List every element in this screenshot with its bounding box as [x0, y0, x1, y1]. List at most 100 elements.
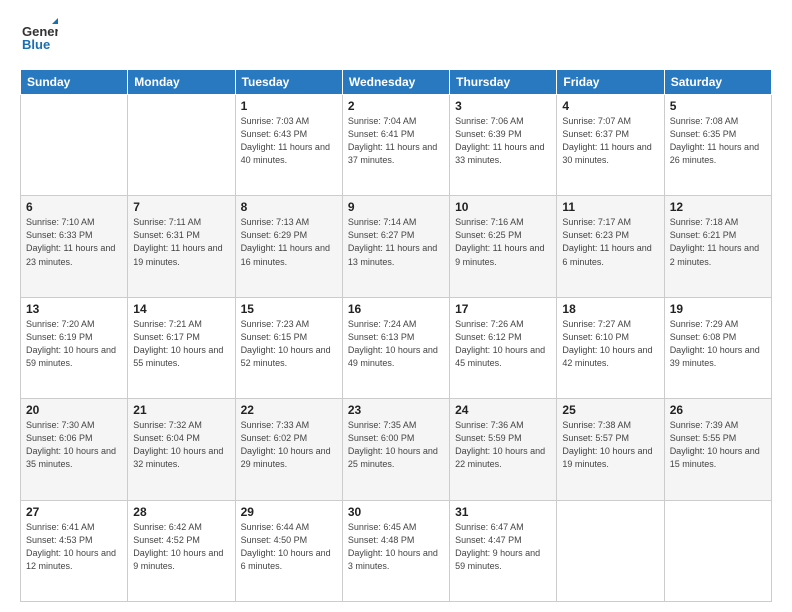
day-info: Sunrise: 7:03 AMSunset: 6:43 PMDaylight:…: [241, 115, 337, 167]
weekday-row: SundayMondayTuesdayWednesdayThursdayFrid…: [21, 70, 772, 95]
day-info: Sunrise: 7:17 AMSunset: 6:23 PMDaylight:…: [562, 216, 658, 268]
calendar: SundayMondayTuesdayWednesdayThursdayFrid…: [20, 69, 772, 602]
day-info: Sunrise: 6:47 AMSunset: 4:47 PMDaylight:…: [455, 521, 551, 573]
day-info: Sunrise: 7:39 AMSunset: 5:55 PMDaylight:…: [670, 419, 766, 471]
weekday-header: Monday: [128, 70, 235, 95]
day-number: 14: [133, 302, 229, 316]
calendar-body: 1 Sunrise: 7:03 AMSunset: 6:43 PMDaylight…: [21, 95, 772, 602]
weekday-header: Thursday: [450, 70, 557, 95]
day-number: 6: [26, 200, 122, 214]
calendar-cell: [664, 500, 771, 601]
calendar-week-row: 13 Sunrise: 7:20 AMSunset: 6:19 PMDayligh…: [21, 297, 772, 398]
header: General Blue: [20, 16, 772, 59]
day-number: 7: [133, 200, 229, 214]
day-info: Sunrise: 6:42 AMSunset: 4:52 PMDaylight:…: [133, 521, 229, 573]
day-number: 3: [455, 99, 551, 113]
day-number: 31: [455, 505, 551, 519]
calendar-cell: 2Sunrise: 7:04 AMSunset: 6:41 PMDaylight…: [342, 95, 449, 196]
day-number: 20: [26, 403, 122, 417]
weekday-header: Wednesday: [342, 70, 449, 95]
day-info: Sunrise: 7:11 AMSunset: 6:31 PMDaylight:…: [133, 216, 229, 268]
day-info: Sunrise: 7:24 AMSunset: 6:13 PMDaylight:…: [348, 318, 444, 370]
day-info: Sunrise: 7:18 AMSunset: 6:21 PMDaylight:…: [670, 216, 766, 268]
day-number: 8: [241, 200, 337, 214]
day-number: 9: [348, 200, 444, 214]
day-info: Sunrise: 7:32 AMSunset: 6:04 PMDaylight:…: [133, 419, 229, 471]
weekday-header: Sunday: [21, 70, 128, 95]
calendar-cell: 3 Sunrise: 7:06 AMSunset: 6:39 PMDaylight…: [450, 95, 557, 196]
calendar-cell: 20Sunrise: 7:30 AMSunset: 6:06 PMDayligh…: [21, 399, 128, 500]
day-number: 29: [241, 505, 337, 519]
calendar-cell: 26 Sunrise: 7:39 AMSunset: 5:55 PMDayligh…: [664, 399, 771, 500]
day-number: 26: [670, 403, 766, 417]
calendar-cell: [557, 500, 664, 601]
day-info: Sunrise: 7:26 AMSunset: 6:12 PMDaylight:…: [455, 318, 551, 370]
day-info: Sunrise: 7:16 AMSunset: 6:25 PMDaylight:…: [455, 216, 551, 268]
day-info: Sunrise: 7:20 AMSunset: 6:19 PMDaylight:…: [26, 318, 122, 370]
day-number: 24: [455, 403, 551, 417]
day-number: 22: [241, 403, 337, 417]
day-number: 19: [670, 302, 766, 316]
day-number: 27: [26, 505, 122, 519]
day-info: Sunrise: 7:35 AMSunset: 6:00 PMDaylight:…: [348, 419, 444, 471]
calendar-cell: 5 Sunrise: 7:08 AMSunset: 6:35 PMDaylight…: [664, 95, 771, 196]
day-info: Sunrise: 6:44 AMSunset: 4:50 PMDaylight:…: [241, 521, 337, 573]
calendar-cell: 30 Sunrise: 6:45 AMSunset: 4:48 PMDayligh…: [342, 500, 449, 601]
calendar-cell: 15 Sunrise: 7:23 AMSunset: 6:15 PMDayligh…: [235, 297, 342, 398]
calendar-cell: 6 Sunrise: 7:10 AMSunset: 6:33 PMDaylight…: [21, 196, 128, 297]
calendar-cell: 7 Sunrise: 7:11 AMSunset: 6:31 PMDaylight…: [128, 196, 235, 297]
calendar-cell: 24 Sunrise: 7:36 AMSunset: 5:59 PMDayligh…: [450, 399, 557, 500]
calendar-cell: 16 Sunrise: 7:24 AMSunset: 6:13 PMDayligh…: [342, 297, 449, 398]
day-number: 17: [455, 302, 551, 316]
calendar-cell: 21Sunrise: 7:32 AMSunset: 6:04 PMDayligh…: [128, 399, 235, 500]
calendar-cell: 19Sunrise: 7:29 AMSunset: 6:08 PMDayligh…: [664, 297, 771, 398]
day-number: 25: [562, 403, 658, 417]
day-number: 1: [241, 99, 337, 113]
day-info: Sunrise: 7:23 AMSunset: 6:15 PMDaylight:…: [241, 318, 337, 370]
day-info: Sunrise: 7:13 AMSunset: 6:29 PMDaylight:…: [241, 216, 337, 268]
day-info: Sunrise: 7:38 AMSunset: 5:57 PMDaylight:…: [562, 419, 658, 471]
calendar-week-row: 27Sunrise: 6:41 AMSunset: 4:53 PMDayligh…: [21, 500, 772, 601]
day-number: 28: [133, 505, 229, 519]
day-number: 18: [562, 302, 658, 316]
calendar-cell: 9 Sunrise: 7:14 AMSunset: 6:27 PMDaylight…: [342, 196, 449, 297]
day-number: 15: [241, 302, 337, 316]
calendar-cell: 4 Sunrise: 7:07 AMSunset: 6:37 PMDaylight…: [557, 95, 664, 196]
day-info: Sunrise: 7:27 AMSunset: 6:10 PMDaylight:…: [562, 318, 658, 370]
calendar-cell: 8 Sunrise: 7:13 AMSunset: 6:29 PMDaylight…: [235, 196, 342, 297]
logo-icon: General Blue: [20, 16, 58, 54]
calendar-week-row: 20Sunrise: 7:30 AMSunset: 6:06 PMDayligh…: [21, 399, 772, 500]
calendar-cell: 28 Sunrise: 6:42 AMSunset: 4:52 PMDayligh…: [128, 500, 235, 601]
calendar-cell: 17 Sunrise: 7:26 AMSunset: 6:12 PMDayligh…: [450, 297, 557, 398]
day-info: Sunrise: 7:14 AMSunset: 6:27 PMDaylight:…: [348, 216, 444, 268]
calendar-cell: [128, 95, 235, 196]
calendar-header: SundayMondayTuesdayWednesdayThursdayFrid…: [21, 70, 772, 95]
day-info: Sunrise: 7:08 AMSunset: 6:35 PMDaylight:…: [670, 115, 766, 167]
day-info: Sunrise: 7:07 AMSunset: 6:37 PMDaylight:…: [562, 115, 658, 167]
calendar-week-row: 1 Sunrise: 7:03 AMSunset: 6:43 PMDaylight…: [21, 95, 772, 196]
day-info: Sunrise: 7:36 AMSunset: 5:59 PMDaylight:…: [455, 419, 551, 471]
day-number: 10: [455, 200, 551, 214]
day-number: 13: [26, 302, 122, 316]
day-info: Sunrise: 7:21 AMSunset: 6:17 PMDaylight:…: [133, 318, 229, 370]
calendar-cell: 22Sunrise: 7:33 AMSunset: 6:02 PMDayligh…: [235, 399, 342, 500]
day-info: Sunrise: 7:06 AMSunset: 6:39 PMDaylight:…: [455, 115, 551, 167]
weekday-header: Tuesday: [235, 70, 342, 95]
day-info: Sunrise: 6:45 AMSunset: 4:48 PMDaylight:…: [348, 521, 444, 573]
day-number: 30: [348, 505, 444, 519]
calendar-cell: [21, 95, 128, 196]
calendar-cell: 14 Sunrise: 7:21 AMSunset: 6:17 PMDayligh…: [128, 297, 235, 398]
day-number: 23: [348, 403, 444, 417]
day-number: 5: [670, 99, 766, 113]
calendar-cell: 25 Sunrise: 7:38 AMSunset: 5:57 PMDayligh…: [557, 399, 664, 500]
svg-text:Blue: Blue: [22, 37, 50, 52]
day-info: Sunrise: 7:10 AMSunset: 6:33 PMDaylight:…: [26, 216, 122, 268]
day-info: Sunrise: 7:04 AMSunset: 6:41 PMDaylight:…: [348, 115, 444, 167]
calendar-cell: 18 Sunrise: 7:27 AMSunset: 6:10 PMDayligh…: [557, 297, 664, 398]
calendar-cell: 10 Sunrise: 7:16 AMSunset: 6:25 PMDayligh…: [450, 196, 557, 297]
calendar-cell: 1 Sunrise: 7:03 AMSunset: 6:43 PMDaylight…: [235, 95, 342, 196]
day-number: 4: [562, 99, 658, 113]
calendar-cell: 23 Sunrise: 7:35 AMSunset: 6:00 PMDayligh…: [342, 399, 449, 500]
calendar-week-row: 6 Sunrise: 7:10 AMSunset: 6:33 PMDaylight…: [21, 196, 772, 297]
day-number: 16: [348, 302, 444, 316]
